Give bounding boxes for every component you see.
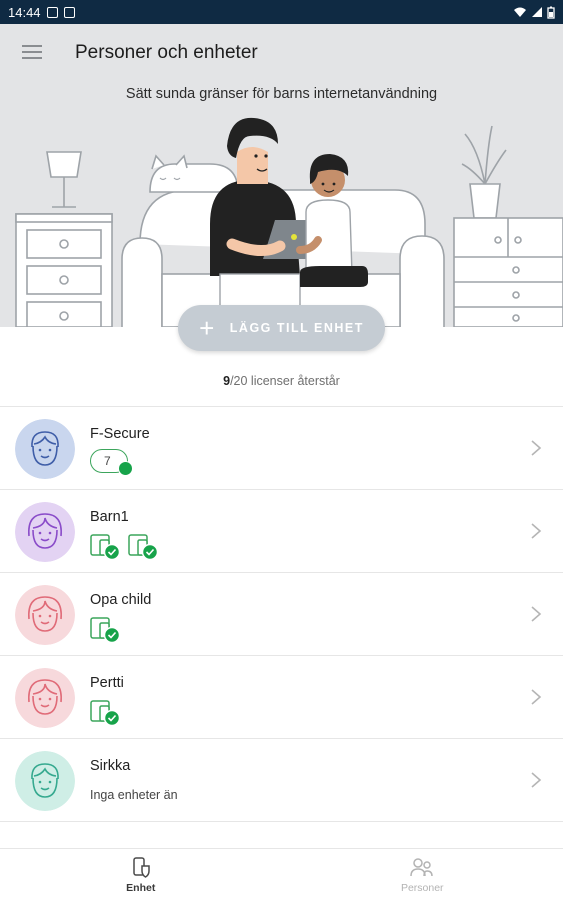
- device-count-badge: 7: [90, 449, 133, 476]
- boy-avatar-icon: [15, 419, 75, 479]
- person-row-barn1[interactable]: Barn1: [0, 490, 563, 573]
- hero-subtitle: Sätt sunda gränser för barns internetanv…: [125, 86, 438, 102]
- app-notification-icon: [63, 6, 75, 18]
- licenses-text: /20 licenser återstår: [230, 374, 340, 388]
- wifi-icon: [514, 7, 526, 17]
- hero-banner: Personer och enheter Sätt sunda gränser …: [0, 24, 563, 327]
- person-row-sirkka[interactable]: Sirkka Inga enheter än: [0, 739, 563, 822]
- device-icon: [90, 534, 121, 561]
- page-title: Personer och enheter: [75, 42, 258, 63]
- device-shield-icon: [133, 856, 150, 878]
- menu-icon[interactable]: [22, 40, 48, 64]
- person-name: Sirkka: [90, 758, 131, 774]
- signal-icon: [532, 7, 542, 17]
- add-device-button[interactable]: + LÄGG TILL ENHET: [178, 305, 385, 351]
- nav-label: Enhet: [126, 881, 156, 894]
- device-count: 7: [104, 454, 111, 468]
- gallery-notification-icon: [46, 6, 58, 18]
- girl-avatar-icon: [15, 585, 75, 645]
- chevron-right-icon: [531, 689, 542, 705]
- person-name: Pertti: [90, 675, 124, 691]
- device-list: [90, 615, 121, 644]
- licenses-remaining: 9/20 licenser återstår: [0, 374, 563, 388]
- bottom-navigation: Enhet Personer: [0, 848, 563, 900]
- app-bar: Personer och enheter: [0, 24, 563, 80]
- person-row-opa-child[interactable]: Opa child: [0, 573, 563, 656]
- chevron-right-icon: [531, 440, 542, 456]
- chevron-right-icon: [531, 772, 542, 788]
- add-device-label: LÄGG TILL ENHET: [229, 321, 364, 335]
- chevron-right-icon: [531, 606, 542, 622]
- person-row-f-secure[interactable]: F-Secure 7: [0, 407, 563, 490]
- person-row-pertti[interactable]: Pertti: [0, 656, 563, 739]
- device-list: 7: [90, 449, 133, 476]
- device-list: [90, 698, 121, 727]
- battery-icon: [547, 6, 555, 19]
- device-icon: [90, 700, 121, 727]
- boy-avatar-icon: [15, 751, 75, 811]
- plus-icon: +: [199, 313, 216, 343]
- nav-tab-enhet[interactable]: Enhet: [0, 849, 282, 900]
- status-time: 14:44: [8, 4, 41, 20]
- nav-label: Personer: [400, 881, 444, 894]
- device-icon: [128, 534, 159, 561]
- check-icon: [118, 461, 133, 476]
- nav-tab-personer[interactable]: Personer: [282, 849, 563, 900]
- no-devices-text: Inga enheter än: [90, 788, 178, 802]
- device-list: [90, 532, 159, 561]
- girl-avatar-icon: [15, 502, 75, 562]
- people-icon: [410, 857, 433, 876]
- status-bar: 14:44: [0, 0, 563, 24]
- girl-avatar-icon: [15, 668, 75, 728]
- people-list: F-Secure 7 Barn1 Opa child Pertti Sirkka…: [0, 406, 563, 822]
- person-name: Barn1: [90, 509, 129, 525]
- chevron-right-icon: [531, 523, 542, 539]
- person-name: Opa child: [90, 592, 152, 608]
- person-name: F-Secure: [90, 426, 150, 442]
- device-icon: [90, 617, 121, 644]
